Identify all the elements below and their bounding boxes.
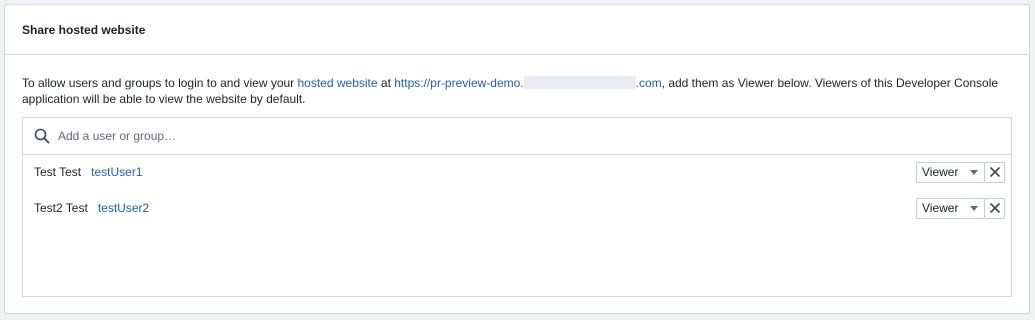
caret-down-icon [970, 169, 978, 175]
redacted-domain [523, 76, 636, 89]
share-hosted-website-panel: Share hosted website To allow users and … [4, 4, 1030, 314]
user-row: Test2 Test testUser2 Viewer [23, 194, 1011, 222]
user-row: Test Test testUser1 Viewer [23, 158, 1011, 186]
sharing-list: Test Test testUser1 Viewer Test2 Test te… [22, 117, 1012, 297]
remove-user-button[interactable] [985, 161, 1005, 183]
panel-header: Share hosted website [5, 5, 1029, 55]
description-text-at: at [377, 76, 395, 90]
user-id: testUser1 [91, 165, 143, 179]
remove-user-button[interactable] [985, 197, 1005, 219]
description-text-before: To allow users and groups to login to an… [22, 76, 298, 90]
role-label: Viewer [922, 201, 959, 215]
panel-title: Share hosted website [22, 22, 146, 37]
role-select[interactable]: Viewer [916, 197, 985, 219]
website-url-link[interactable]: https://pr-preview-demo. .com [394, 76, 662, 90]
search-input[interactable] [58, 129, 658, 143]
close-icon [989, 202, 1000, 214]
search-icon [34, 128, 50, 144]
role-select[interactable]: Viewer [916, 161, 985, 183]
url-suffix: .com [635, 76, 662, 90]
role-label: Viewer [922, 165, 959, 179]
description-text: To allow users and groups to login to an… [22, 75, 1012, 107]
user-name: Test Test [34, 165, 82, 179]
hosted-website-link[interactable]: hosted website [298, 76, 378, 90]
caret-down-icon [970, 205, 978, 211]
user-name: Test2 Test [34, 201, 88, 215]
url-prefix: https://pr-preview-demo. [394, 76, 524, 90]
search-row [23, 118, 1011, 155]
user-id: testUser2 [97, 201, 150, 215]
close-icon [989, 166, 1000, 178]
